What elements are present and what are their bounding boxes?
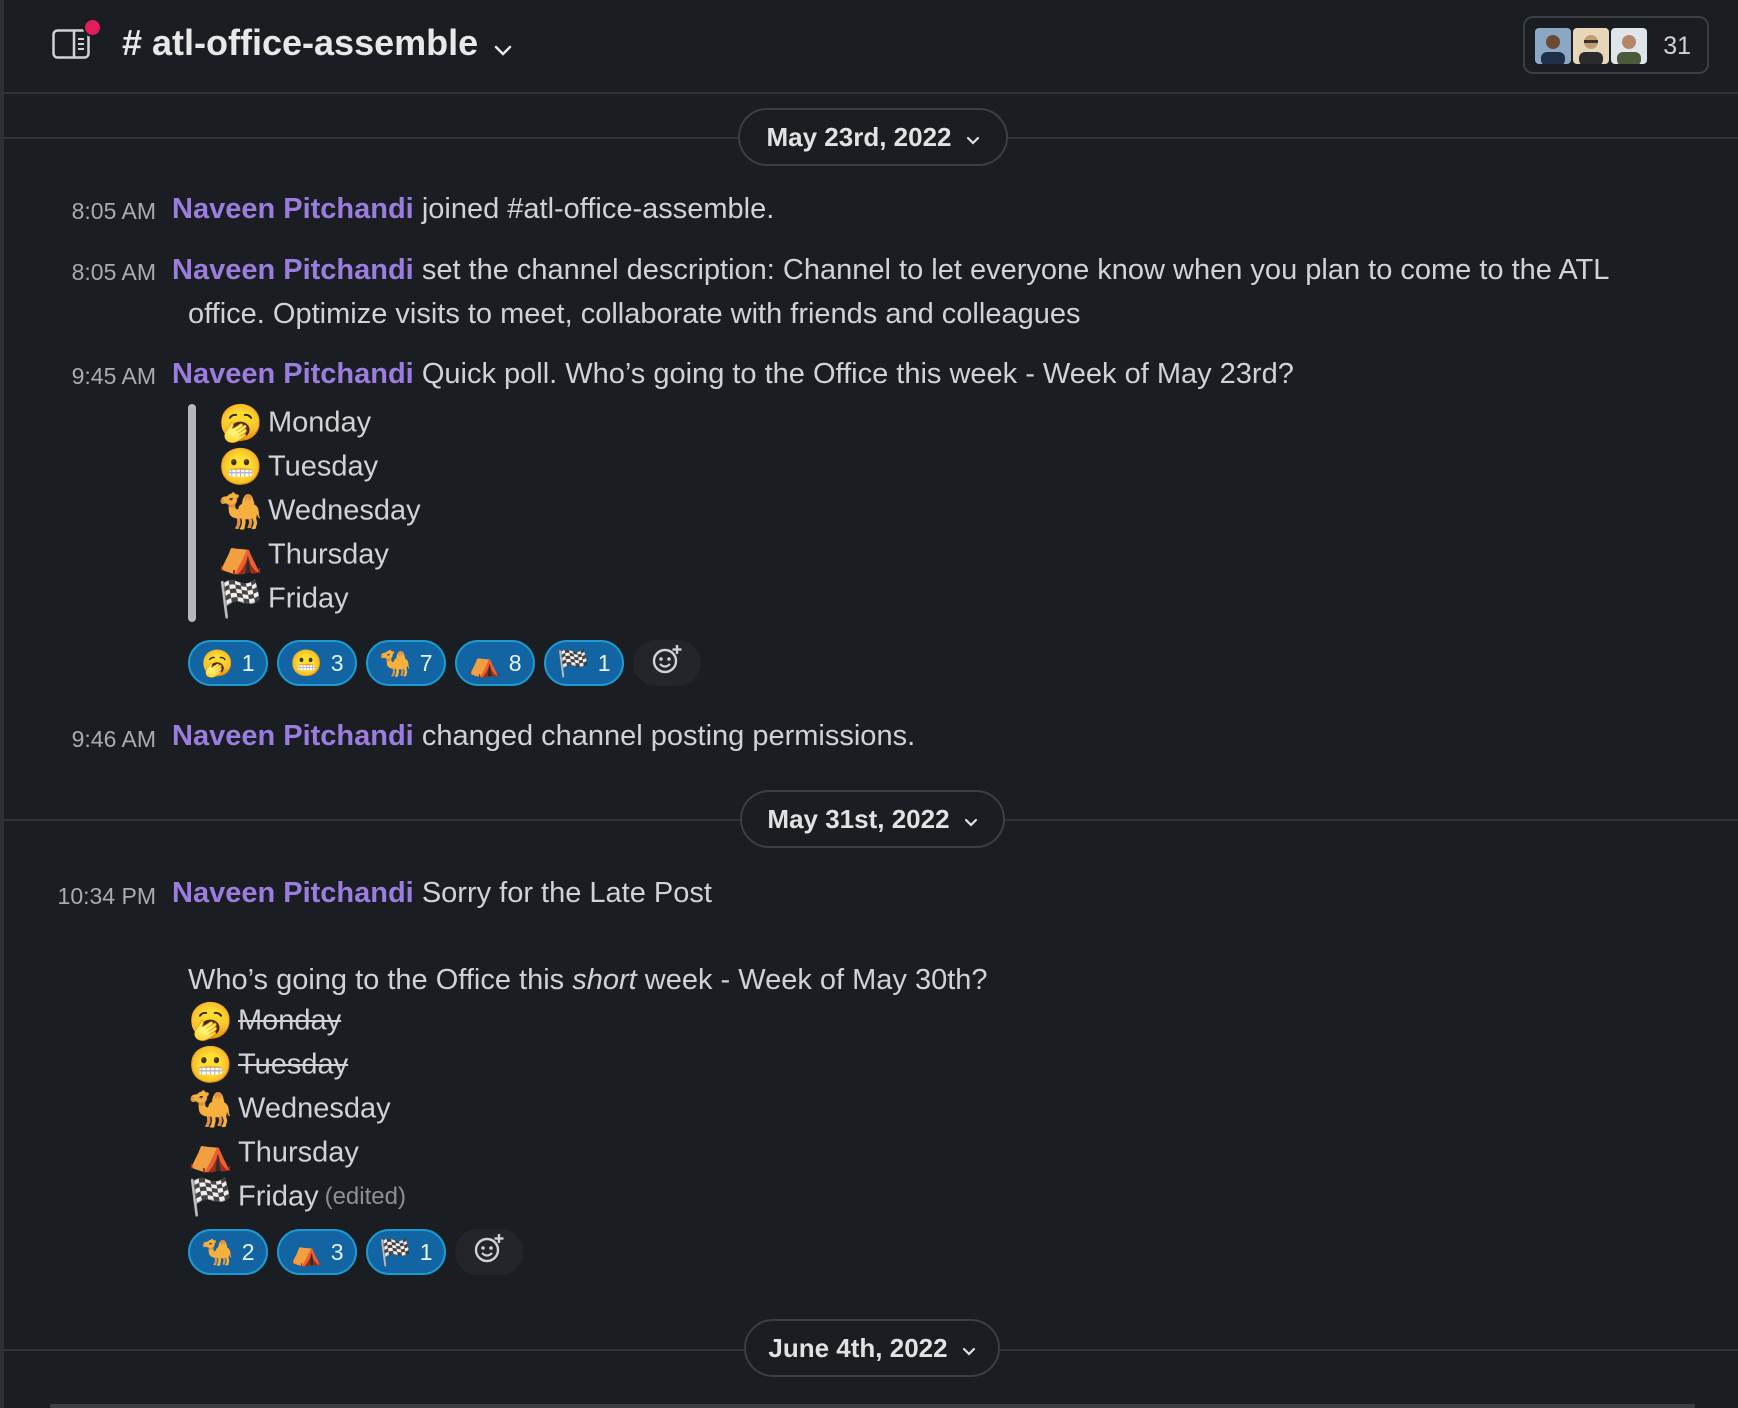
avatar [1609,26,1649,66]
reaction-pill[interactable]: 🐪 2 [188,1229,268,1275]
members-button[interactable]: 31 [1523,16,1709,74]
author-name[interactable]: Naveen Pitchandi [172,720,414,752]
poll-option: ⛺ Thursday [218,534,389,575]
message-body: changed channel posting permissions. [421,720,916,752]
message-body: Quick poll. Who’s going to the Office th… [421,358,1294,390]
tent-icon: ⛺ [218,534,263,575]
chevron-down-icon [494,24,512,66]
message-text: Naveen Pitchandi Quick poll. Who’s going… [172,358,1294,391]
yawning-face-icon: 🥱 [201,648,234,678]
tent-icon: ⛺ [468,648,501,678]
message-question: Who’s going to the Office this short wee… [188,964,988,996]
add-reaction-button[interactable] [455,1229,523,1275]
grimacing-face-icon: 😬 [188,1044,233,1085]
add-reaction-icon [650,643,684,683]
poll-option: 🥱 Monday [218,402,372,443]
yawning-face-icon: 🥱 [188,1000,233,1041]
author-name[interactable]: Naveen Pitchandi [172,254,414,286]
quote-bar [188,404,196,622]
reaction-pill[interactable]: 😬 3 [277,640,357,686]
camel-icon: 🐪 [379,648,412,678]
grimacing-face-icon: 😬 [290,648,323,678]
message-text: Naveen Pitchandi set the channel descrip… [172,254,1609,287]
channel-name: # atl-office-assemble [122,22,479,63]
poll-option: 😬 Tuesday [218,446,379,487]
poll-option: 🏁 Friday (edited) [188,1176,406,1217]
camel-icon: 🐪 [201,1237,234,1267]
camel-icon: 🐪 [218,490,263,531]
reaction-bar: 🥱 1 😬 3 🐪 7 ⛺ 8 🏁 1 [188,640,701,686]
member-count: 31 [1663,32,1691,60]
reaction-count: 7 [419,649,433,676]
tent-icon: ⛺ [290,1237,323,1267]
reaction-count: 1 [419,1238,433,1265]
composer-edge [50,1404,1695,1408]
poll-option: 😬 Tuesday [188,1044,349,1085]
poll-option: 🐪 Wednesday [218,490,421,531]
message-timestamp[interactable]: 9:45 AM [4,363,156,390]
tent-icon: ⛺ [188,1132,233,1173]
message-text: Naveen Pitchandi Sorry for the Late Post [172,877,712,910]
channel-name-button[interactable]: # atl-office-assemble [122,22,512,66]
message-timestamp[interactable]: 10:34 PM [4,883,156,910]
date-label: May 31st, 2022 [767,803,950,834]
date-divider-button[interactable]: May 31st, 2022 [740,790,1005,848]
message-body-continued: office. Optimize visits to meet, collabo… [188,298,1081,330]
message-body: joined #atl-office-assemble. [421,193,775,225]
date-label: May 23rd, 2022 [766,121,952,152]
reaction-pill[interactable]: ⛺ 3 [277,1229,357,1275]
message-text: Naveen Pitchandi changed channel posting… [172,720,915,753]
yawning-face-icon: 🥱 [218,402,263,443]
message-timestamp[interactable]: 8:05 AM [4,198,156,225]
checkered-flag-icon: 🏁 [379,1237,412,1267]
avatar [1533,26,1573,66]
chevron-down-icon [964,804,978,835]
message-body: set the channel description: Channel to … [421,254,1610,286]
message-body: Sorry for the Late Post [421,877,712,909]
notification-dot [83,18,102,37]
date-divider-button[interactable]: June 4th, 2022 [744,1319,1000,1377]
reaction-count: 3 [330,1238,344,1265]
channel-header: # atl-office-assemble 31 [0,0,1738,94]
avatar [1571,26,1611,66]
message-timestamp[interactable]: 9:46 AM [4,726,156,753]
camel-icon: 🐪 [188,1088,233,1129]
reaction-pill[interactable]: 🐪 7 [366,640,446,686]
reaction-count: 1 [597,649,611,676]
reaction-count: 2 [241,1238,255,1265]
poll-option: 🐪 Wednesday [188,1088,391,1129]
date-divider-button[interactable]: May 23rd, 2022 [738,108,1008,166]
message-text: Naveen Pitchandi joined #atl-office-asse… [172,193,774,226]
edited-label: (edited) [324,1183,406,1210]
author-name[interactable]: Naveen Pitchandi [172,358,414,390]
date-label: June 4th, 2022 [768,1332,948,1363]
add-reaction-button[interactable] [633,640,701,686]
poll-option: ⛺ Thursday [188,1132,359,1173]
poll-option: 🥱 Monday [188,1000,342,1041]
author-name[interactable]: Naveen Pitchandi [172,877,414,909]
grimacing-face-icon: 😬 [218,446,263,487]
checkered-flag-icon: 🏁 [557,648,590,678]
checkered-flag-icon: 🏁 [188,1176,233,1217]
reaction-bar: 🐪 2 ⛺ 3 🏁 1 [188,1229,523,1275]
author-name[interactable]: Naveen Pitchandi [172,193,414,225]
reaction-pill[interactable]: 🥱 1 [188,640,268,686]
reaction-count: 3 [330,649,344,676]
reaction-pill[interactable]: ⛺ 8 [455,640,535,686]
poll-option: 🏁 Friday [218,578,349,619]
reaction-pill[interactable]: 🏁 1 [544,640,624,686]
add-reaction-icon [472,1232,506,1272]
chevron-down-icon [962,1333,976,1364]
checkered-flag-icon: 🏁 [218,578,263,619]
reaction-count: 1 [241,649,255,676]
reaction-pill[interactable]: 🏁 1 [366,1229,446,1275]
reaction-count: 8 [508,649,522,676]
message-timestamp[interactable]: 8:05 AM [4,259,156,286]
chevron-down-icon [966,122,980,153]
